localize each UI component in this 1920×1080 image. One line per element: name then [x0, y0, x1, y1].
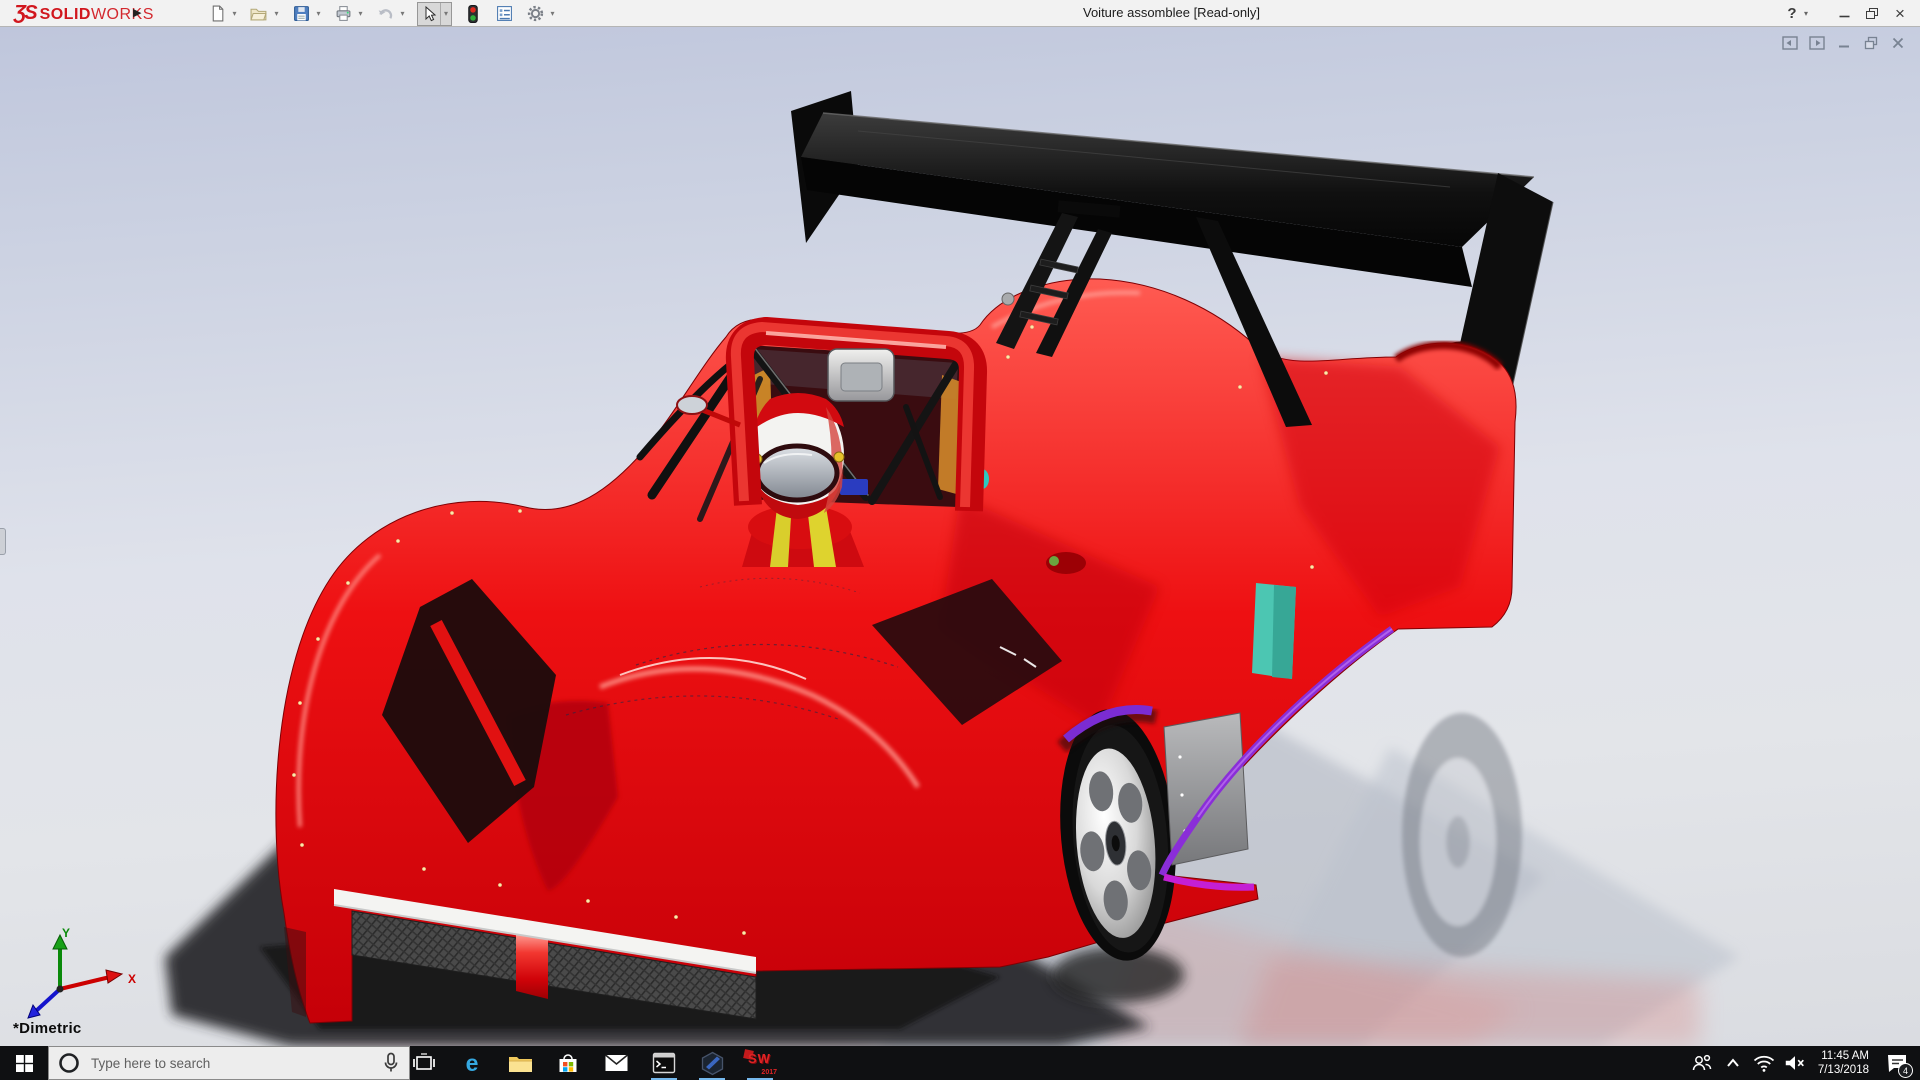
undo-button[interactable] [373, 2, 397, 25]
doc-restore-icon [1864, 36, 1878, 49]
search-input[interactable] [89, 1054, 382, 1072]
minimize-button[interactable] [1832, 2, 1856, 26]
command-prompt-icon [652, 1052, 676, 1074]
select-tool-dropdown[interactable]: ▾ [440, 2, 451, 25]
reflected-wheel [1402, 713, 1522, 957]
print-icon [336, 6, 350, 21]
wifi-icon[interactable] [1752, 1051, 1776, 1075]
system-tray: 11:45 AM 7/13/2018 4 [1690, 1046, 1920, 1080]
doc-restore-button[interactable] [1862, 35, 1880, 50]
open-dropdown[interactable]: ▾ [271, 9, 282, 18]
quick-access-toolbar: ▾ ▾ ▾ ▾ ▾ ▾ ▾ [205, 1, 558, 26]
print-dropdown[interactable]: ▾ [355, 9, 366, 18]
clock-date: 7/13/2018 [1817, 1064, 1869, 1076]
doc-close-icon [1892, 37, 1904, 48]
grille-center-pillar [516, 933, 548, 999]
next-pane-button[interactable] [1808, 35, 1826, 50]
print-button[interactable] [331, 2, 355, 25]
close-button[interactable]: × [1888, 2, 1912, 26]
graphics-area[interactable]: Y X *Dimetric [0, 27, 1920, 1046]
next-pane-icon [1808, 35, 1825, 50]
select-tool-button[interactable]: ▾ [417, 1, 452, 26]
solidworks-logo-mark: ƷS [14, 2, 38, 24]
triad-y-label: Y [62, 927, 70, 940]
window-controls: ? ▾ × [1784, 0, 1912, 27]
new-document-icon [212, 5, 223, 22]
mail-icon [604, 1054, 628, 1071]
taskbar: e SW 2017 [0, 1046, 1920, 1080]
task-view-icon [413, 1053, 435, 1070]
gear-icon [527, 5, 543, 22]
brand-name-light: WORKS [90, 6, 154, 23]
brand-name-bold: SOLID [39, 6, 91, 23]
screen: ƷS SOLID WORKS ▶ ▾ ▾ ▾ ▾ ▾ ▾ ▾ Voiture a… [0, 0, 1920, 1080]
clock-time: 11:45 AM [1821, 1049, 1869, 1062]
open-button[interactable] [247, 2, 271, 25]
people-icon[interactable] [1690, 1051, 1714, 1075]
taskbar-apps: e SW 2017 [400, 1046, 784, 1080]
taskbar-store[interactable] [544, 1046, 592, 1080]
taskbar-mail[interactable] [592, 1046, 640, 1080]
side-mirror [676, 395, 708, 415]
new-document-button[interactable] [205, 2, 229, 25]
undo-dropdown[interactable]: ▾ [397, 9, 408, 18]
previous-pane-icon [1781, 35, 1798, 50]
rocker-panel [1163, 712, 1249, 866]
title-bar: ƷS SOLID WORKS ▶ ▾ ▾ ▾ ▾ ▾ ▾ ▾ Voiture a… [0, 0, 1920, 27]
car-3d-model[interactable] [0, 27, 1920, 1046]
hidden-icons-chevron[interactable] [1721, 1051, 1745, 1075]
start-button[interactable] [0, 1046, 48, 1080]
menu-flyout-arrow[interactable]: ▶ [131, 4, 143, 21]
doc-close-button[interactable] [1889, 35, 1907, 50]
cortana-icon [59, 1053, 79, 1073]
orientation-triad: Y X [18, 926, 148, 1027]
options-dropdown[interactable]: ▾ [547, 9, 558, 18]
taskbar-search[interactable] [48, 1046, 410, 1080]
store-icon [559, 1054, 577, 1072]
taskbar-edge[interactable]: e [448, 1046, 496, 1080]
help-dropdown[interactable]: ▾ [1804, 9, 1816, 18]
task-view-button[interactable] [400, 1046, 448, 1080]
save-floppy-icon [293, 6, 309, 21]
options-button[interactable] [523, 2, 547, 25]
traffic-light-icon [468, 4, 478, 23]
open-folder-icon [250, 8, 267, 21]
help-button[interactable]: ? [1784, 2, 1800, 26]
solidworks-app-icon: SW 2017 [743, 1049, 777, 1076]
taskbar-solidworks[interactable]: SW 2017 [736, 1046, 784, 1080]
taskbar-hexagon-app[interactable] [688, 1046, 736, 1080]
restore-button[interactable] [1860, 2, 1884, 26]
file-properties-icon [496, 6, 512, 21]
file-properties-button[interactable] [492, 2, 516, 25]
document-window-controls [1781, 35, 1907, 50]
doc-minimize-button[interactable] [1835, 35, 1853, 50]
save-button[interactable] [289, 2, 313, 25]
volume-muted-icon[interactable] [1783, 1051, 1807, 1075]
undo-arrow-icon [378, 9, 393, 19]
taskbar-command-prompt[interactable] [640, 1046, 688, 1080]
microphone-icon[interactable] [382, 1052, 400, 1074]
panel-splitter-tab[interactable] [0, 528, 6, 555]
save-dropdown[interactable]: ▾ [313, 9, 324, 18]
edge-icon: e [465, 1049, 479, 1076]
triad-x-label: X [128, 972, 136, 986]
window-title: Voiture assomblee [Read-only] [1083, 5, 1261, 20]
select-cursor-icon [418, 2, 440, 25]
restore-icon [1866, 7, 1878, 19]
view-orientation-label: *Dimetric [13, 1020, 82, 1037]
notification-badge: 4 [1898, 1063, 1913, 1078]
minimize-icon [1839, 15, 1849, 18]
file-explorer-icon [508, 1057, 532, 1072]
rebuild-button[interactable] [461, 2, 485, 25]
action-center-button[interactable]: 4 [1880, 1046, 1914, 1080]
new-document-dropdown[interactable]: ▾ [229, 9, 240, 18]
windows-logo-icon [15, 1054, 33, 1072]
previous-pane-button[interactable] [1781, 35, 1799, 50]
taskbar-file-explorer[interactable] [496, 1046, 544, 1080]
doc-minimize-icon [1839, 45, 1849, 47]
hexagon-app-icon [701, 1051, 723, 1075]
taskbar-clock[interactable]: 11:45 AM 7/13/2018 [1814, 1049, 1873, 1078]
